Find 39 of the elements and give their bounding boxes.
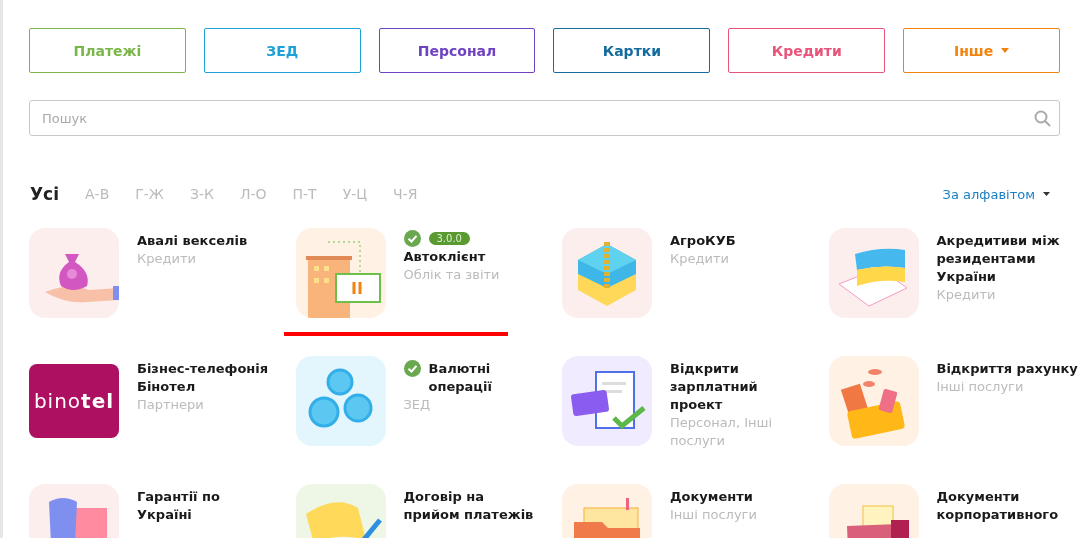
app-category: Партнери (137, 396, 205, 414)
wheat-cube-drawing (578, 242, 636, 306)
currency-coins-drawing (308, 368, 372, 428)
app-title[interactable]: Бізнес-телефонія Бінотел (137, 360, 269, 396)
sort-dropdown[interactable]: За алфавітом (942, 186, 1060, 202)
search-field[interactable]: Пошук (29, 100, 1060, 136)
app-category: Кредити (936, 286, 997, 304)
app-logo[interactable]: binotel (29, 364, 119, 438)
shield-document-drawing (49, 498, 107, 538)
flag-document-drawing (838, 248, 907, 307)
app-title[interactable]: Валютні операції (428, 360, 492, 396)
app-category: Персонал, Інші послуги (670, 414, 772, 450)
documents-folder-drawing (846, 505, 909, 538)
app-title[interactable]: Авалі векселів (137, 232, 248, 250)
app-title[interactable]: Відкрити зарплатний проект (670, 360, 758, 414)
app-category: Кредити (670, 250, 730, 268)
version-badge: 3.0.0 (428, 232, 470, 245)
app-title[interactable]: Акредитиви між резидентами України (936, 232, 1060, 286)
folder-drawing (574, 498, 640, 538)
search-icon[interactable] (1034, 110, 1051, 127)
app-title[interactable]: Документи (670, 488, 753, 506)
app-category: Інші послуги (936, 378, 1025, 396)
category-button[interactable]: Кредити (728, 28, 886, 73)
app-category: Інші послуги (670, 506, 757, 524)
caret-icon (1043, 192, 1050, 196)
app-title[interactable]: Гарантії по Україні (137, 488, 220, 524)
app-category: Облік та звіти (403, 266, 500, 284)
app-title[interactable]: Документи корпоративного (936, 488, 1059, 524)
category-button[interactable]: Персонал (378, 28, 536, 73)
app-title[interactable]: Відкриття рахунку (936, 360, 1078, 378)
app-title[interactable]: Автоклієнт (403, 248, 500, 266)
app-category: ЗЕД (403, 396, 432, 414)
app-title[interactable]: АгроКУБ (670, 232, 736, 250)
letter-filter-tab[interactable]: Усі (30, 184, 59, 204)
app-title[interactable]: Договір на прийом платежів (403, 488, 534, 524)
app-category: Кредити (137, 250, 197, 268)
wallet-money-drawing (840, 369, 905, 440)
caret-icon (1001, 48, 1010, 53)
category-button[interactable]: Картки (553, 28, 711, 73)
